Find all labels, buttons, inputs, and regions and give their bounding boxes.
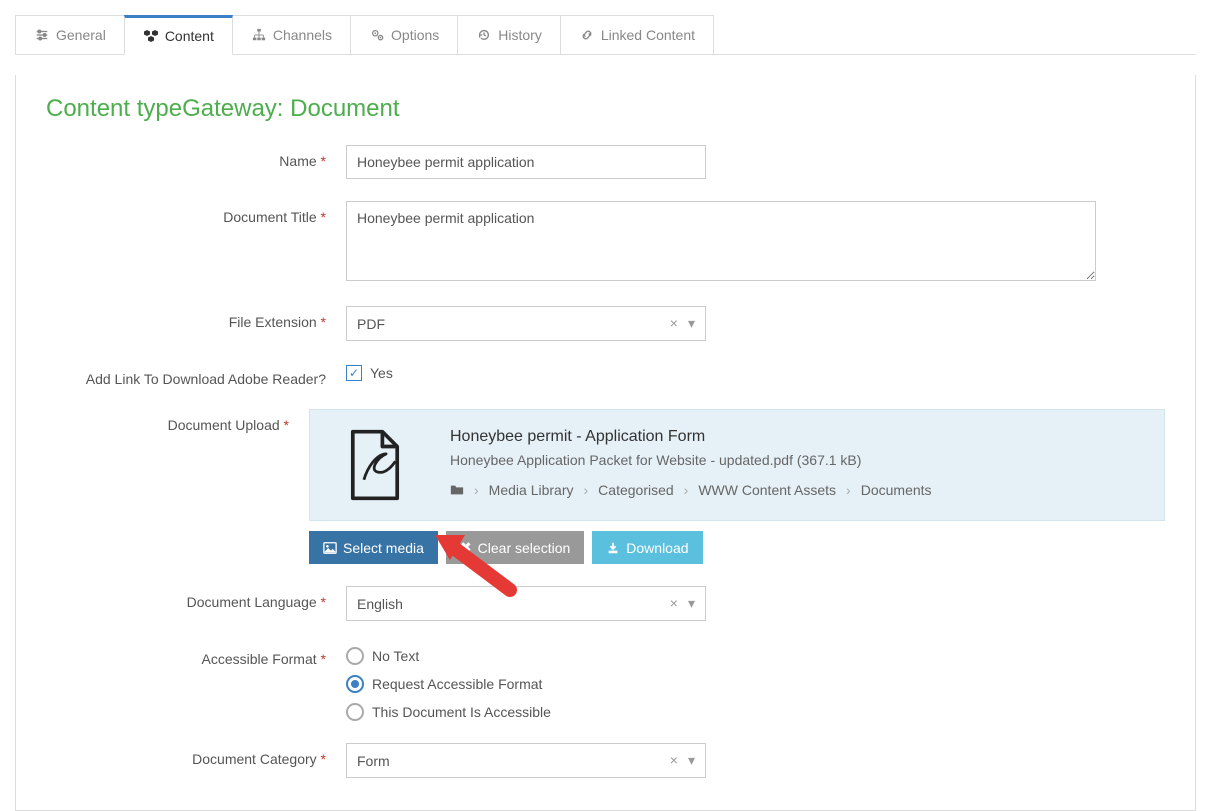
clear-icon: ×: [670, 315, 678, 332]
adobe-link-checkbox[interactable]: ✓: [346, 365, 362, 381]
tab-label: Linked Content: [601, 27, 695, 43]
tab-label: Content: [165, 28, 214, 44]
document-category-select[interactable]: Form ×▾: [346, 743, 706, 778]
tab-label: History: [498, 27, 542, 43]
tab-history[interactable]: History: [457, 15, 561, 54]
document-title-textarea[interactable]: [346, 201, 1096, 281]
document-category-label: Document Category *: [46, 743, 346, 767]
name-label: Name *: [46, 145, 346, 169]
breadcrumb-item[interactable]: Documents: [861, 482, 932, 498]
sitemap-icon: [251, 27, 267, 43]
tab-linked-content[interactable]: Linked Content: [560, 15, 714, 54]
file-extension-label: File Extension *: [46, 306, 346, 330]
clear-icon: ×: [670, 752, 678, 769]
clear-selection-button[interactable]: ✖ Clear selection: [446, 531, 584, 564]
tab-label: Channels: [273, 27, 332, 43]
radio-label: Request Accessible Format: [372, 676, 542, 692]
gears-icon: [369, 27, 385, 43]
chevron-down-icon: ▾: [688, 752, 695, 769]
breadcrumb-item[interactable]: Categorised: [598, 482, 674, 498]
name-input[interactable]: [346, 145, 706, 179]
upload-filename: Honeybee Application Packet for Website …: [450, 452, 1144, 468]
link-icon: [579, 27, 595, 43]
document-language-label: Document Language *: [46, 586, 346, 610]
adobe-link-checkbox-label: Yes: [370, 365, 393, 381]
sliders-icon: [34, 27, 50, 43]
tab-label: Options: [391, 27, 439, 43]
select-media-button[interactable]: Select media: [309, 531, 438, 564]
tab-channels[interactable]: Channels: [232, 15, 351, 54]
accessible-format-label: Accessible Format *: [46, 643, 346, 667]
download-icon: [606, 541, 620, 555]
tab-content[interactable]: Content: [124, 15, 233, 55]
document-upload-label: Document Upload *: [46, 409, 309, 433]
accessible-format-radio-accessible[interactable]: [346, 703, 364, 721]
adobe-link-label: Add Link To Download Adobe Reader?: [46, 363, 346, 387]
cubes-icon: [143, 28, 159, 44]
radio-label: No Text: [372, 648, 419, 664]
tab-general[interactable]: General: [15, 15, 125, 54]
clear-icon: ×: [670, 595, 678, 612]
x-icon: ✖: [460, 539, 472, 556]
document-language-select[interactable]: English ×▾: [346, 586, 706, 621]
file-extension-select[interactable]: PDF ×▾: [346, 306, 706, 341]
chevron-down-icon: ▾: [688, 315, 695, 332]
tab-label: General: [56, 27, 106, 43]
accessible-format-radio-request[interactable]: [346, 675, 364, 693]
chevron-down-icon: ▾: [688, 595, 695, 612]
content-panel: Content typeGateway: Document Name * Doc…: [15, 75, 1196, 811]
download-button[interactable]: Download: [592, 531, 702, 564]
accessible-format-radio-no-text[interactable]: [346, 647, 364, 665]
upload-breadcrumb: › Media Library › Categorised › WWW Cont…: [450, 482, 1144, 498]
tab-bar: General Content Channels Options History: [15, 15, 1196, 55]
upload-title: Honeybee permit - Application Form: [450, 428, 1144, 446]
breadcrumb-item[interactable]: Media Library: [489, 482, 574, 498]
folder-icon: [450, 483, 464, 497]
document-title-label: Document Title *: [46, 201, 346, 225]
history-icon: [476, 27, 492, 43]
radio-label: This Document Is Accessible: [372, 704, 551, 720]
breadcrumb-item[interactable]: WWW Content Assets: [698, 482, 836, 498]
image-icon: [323, 541, 337, 555]
pdf-file-icon: [330, 428, 420, 502]
page-title: Content typeGateway: Document: [46, 95, 1165, 123]
upload-card: Honeybee permit - Application Form Honey…: [309, 409, 1165, 521]
tab-options[interactable]: Options: [350, 15, 458, 54]
